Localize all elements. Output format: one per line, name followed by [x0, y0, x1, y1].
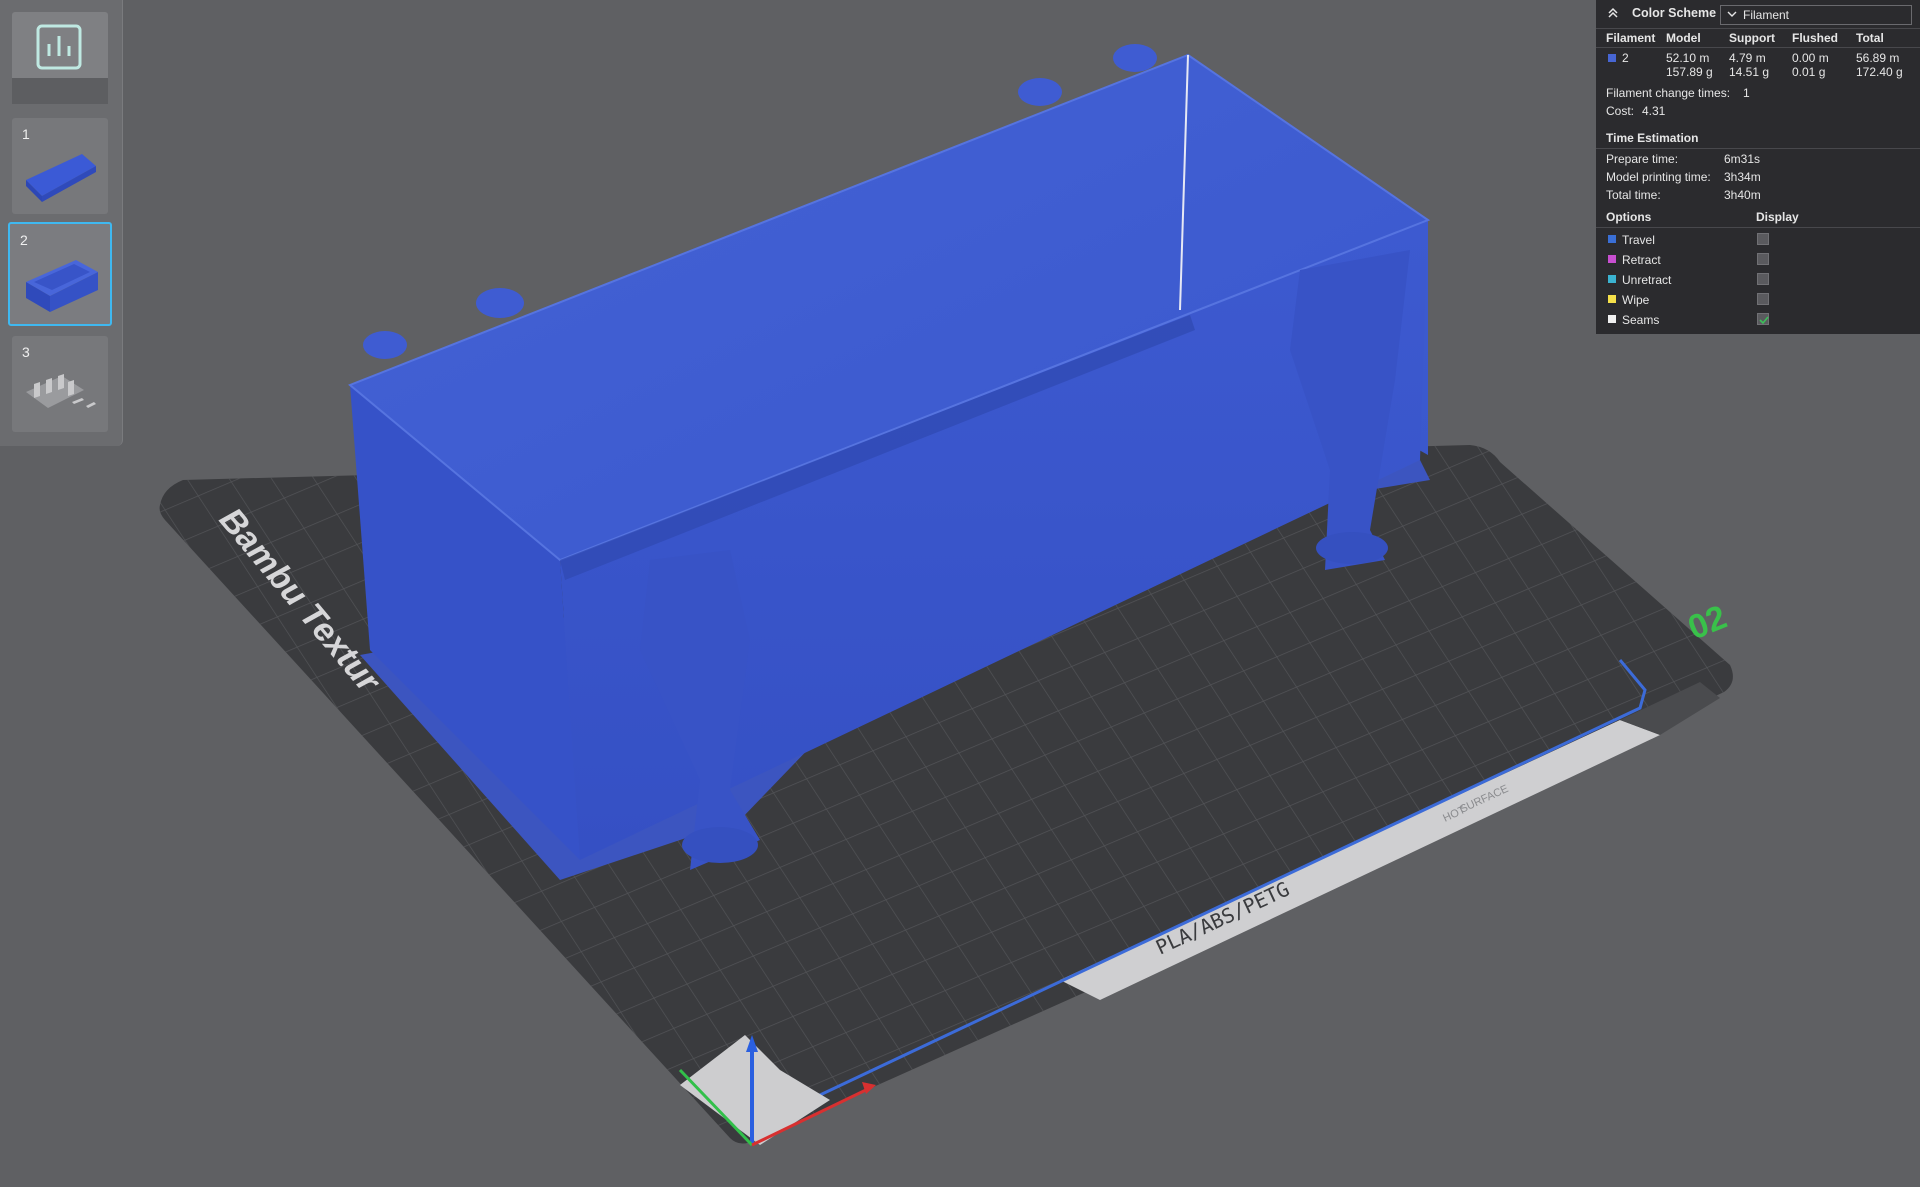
filament-table-header: Filament Model Support Flushed Total [1596, 30, 1920, 48]
option-row-travel[interactable]: Travel [1596, 232, 1920, 250]
filament-change-row: Filament change times: 1 [1596, 86, 1920, 102]
display-title: Display [1756, 210, 1799, 224]
filament-row: 2 52.10 m 157.89 g 4.79 m 14.51 g 0.00 m… [1596, 50, 1920, 82]
plate-preview [26, 374, 96, 408]
travel-swatch [1608, 235, 1616, 243]
col-flushed: Flushed [1792, 31, 1839, 45]
total-length: 56.89 m [1856, 51, 1900, 65]
filament-id: 2 [1622, 51, 1629, 65]
plate-preview [26, 154, 96, 202]
option-label: Seams [1622, 313, 1660, 327]
time-estimation-header: Time Estimation [1596, 131, 1920, 147]
cost-row: Cost: 4.31 [1596, 104, 1920, 120]
change-times-value: 1 [1743, 86, 1750, 100]
model-time-label: Model printing time: [1606, 170, 1711, 184]
model-weight: 157.89 g [1666, 65, 1713, 79]
change-times-label: Filament change times: [1606, 86, 1731, 100]
prepare-time-row: Prepare time: 6m31s [1596, 152, 1920, 168]
filament-color-swatch [1608, 54, 1616, 62]
wipe-swatch [1608, 295, 1616, 303]
total-time-value: 3h40m [1724, 188, 1761, 202]
unretract-swatch [1608, 275, 1616, 283]
unretract-display-checkbox[interactable] [1757, 273, 1769, 285]
plate-thumbnail-1[interactable]: 1 [12, 118, 108, 214]
prepare-time-label: Prepare time: [1606, 152, 1679, 166]
gcode-legend-panel: Color Scheme Filament Filament Model Sup… [1596, 0, 1920, 334]
option-row-unretract[interactable]: Unretract [1596, 272, 1920, 290]
prepare-time-value: 6m31s [1724, 152, 1761, 166]
col-total: Total [1856, 31, 1884, 45]
option-row-seams[interactable]: Seams [1596, 312, 1920, 330]
travel-display-checkbox[interactable] [1757, 233, 1769, 245]
seams-swatch [1608, 315, 1616, 323]
cost-label: Cost: [1606, 104, 1635, 118]
col-model: Model [1666, 31, 1701, 45]
support-length: 4.79 m [1729, 51, 1766, 65]
option-label: Unretract [1622, 273, 1672, 287]
model-time-value: 3h34m [1724, 170, 1761, 184]
slice-button-bar [12, 78, 108, 104]
option-label: Wipe [1622, 293, 1650, 307]
color-scheme-dropdown[interactable]: Filament [1720, 5, 1912, 25]
model-length: 52.10 m [1666, 51, 1710, 65]
color-scheme-value: Filament [1743, 8, 1790, 22]
col-support: Support [1729, 31, 1775, 45]
model-time-row: Model printing time: 3h34m [1596, 170, 1920, 186]
color-scheme-title: Color Scheme [1632, 6, 1717, 20]
plate-thumbnail-3[interactable]: 3 [12, 336, 108, 432]
chevron-down-icon [1727, 11, 1737, 17]
total-weight: 172.40 g [1856, 65, 1903, 79]
collapse-icon[interactable] [1606, 6, 1620, 20]
legend-header: Color Scheme Filament [1596, 0, 1920, 29]
total-time-label: Total time: [1606, 188, 1661, 202]
option-label: Retract [1622, 253, 1661, 267]
total-time-row: Total time: 3h40m [1596, 188, 1920, 204]
option-row-retract[interactable]: Retract [1596, 252, 1920, 270]
options-title: Options [1606, 210, 1652, 224]
retract-display-checkbox[interactable] [1757, 253, 1769, 265]
plate-thumbnail-2[interactable]: 2 [8, 222, 112, 326]
flushed-length: 0.00 m [1792, 51, 1829, 65]
slice-plate-button[interactable] [12, 12, 108, 104]
plate-preview [26, 260, 98, 312]
options-header: Options Display [1596, 210, 1920, 226]
col-filament: Filament [1606, 31, 1656, 45]
support-weight: 14.51 g [1729, 65, 1770, 79]
seams-display-checkbox[interactable] [1757, 313, 1769, 325]
retract-swatch [1608, 255, 1616, 263]
option-row-wipe[interactable]: Wipe [1596, 292, 1920, 310]
cost-value: 4.31 [1642, 104, 1666, 118]
flushed-weight: 0.01 g [1792, 65, 1826, 79]
time-estimation-title: Time Estimation [1606, 131, 1699, 145]
checkmark-icon [1759, 316, 1769, 325]
option-label: Travel [1622, 233, 1655, 247]
bar-chart-icon [36, 24, 82, 70]
plate-list-panel: 1 2 3 [0, 0, 123, 446]
wipe-display-checkbox[interactable] [1757, 293, 1769, 305]
